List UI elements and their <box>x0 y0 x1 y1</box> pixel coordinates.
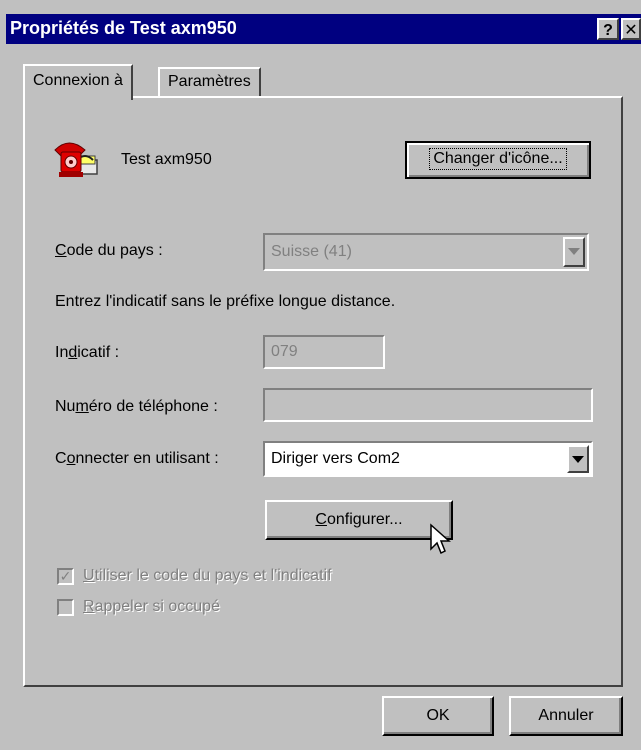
close-button[interactable]: ✕ <box>621 18 641 40</box>
phone-icon <box>51 134 101 180</box>
connection-name: Test axm950 <box>121 151 212 168</box>
country-select[interactable]: Suisse (41) <box>263 233 589 271</box>
properties-dialog: Propriétés de Test axm950 ? ✕ Connexion … <box>0 0 641 750</box>
tab-connexion[interactable]: Connexion à <box>23 64 133 100</box>
configure-button[interactable]: Configurer... <box>265 500 453 540</box>
connect-using-label: Connecter en utilisant : <box>55 450 219 467</box>
tab-connexion-label: Connexion à <box>33 72 123 89</box>
use-country-code-checkbox[interactable]: ✓ <box>57 568 74 585</box>
phone-number-input[interactable] <box>263 388 593 422</box>
connect-using-select[interactable]: Diriger vers Com2 <box>263 441 593 477</box>
tab-panel: Test axm950 Changer d'icône... Code du p… <box>23 96 623 687</box>
area-code-value: 079 <box>271 343 298 360</box>
mouse-cursor-icon <box>429 523 455 557</box>
change-icon-button[interactable]: Changer d'icône... <box>405 141 591 179</box>
chevron-down-icon[interactable] <box>567 445 589 473</box>
window-title: Propriétés de Test axm950 <box>10 18 237 38</box>
instruction-text: Entrez l'indicatif sans le préfixe longu… <box>55 293 396 310</box>
connect-using-value: Diriger vers Com2 <box>271 450 400 467</box>
tab-parametres-label: Paramètres <box>168 73 251 90</box>
ok-button[interactable]: OK <box>382 696 494 736</box>
ok-button-label: OK <box>426 707 450 724</box>
cancel-button[interactable]: Annuler <box>509 696 623 736</box>
redial-if-busy-checkbox[interactable] <box>57 599 74 616</box>
help-button[interactable]: ? <box>597 18 619 40</box>
title-bar: Propriétés de Test axm950 ? ✕ <box>6 14 641 44</box>
configure-button-label: Configurer... <box>315 511 403 528</box>
cancel-button-label: Annuler <box>538 707 594 724</box>
area-code-input[interactable]: 079 <box>263 335 385 369</box>
phone-number-label: Numéro de téléphone : <box>55 398 218 415</box>
tab-parametres[interactable]: Paramètres <box>158 67 261 97</box>
redial-if-busy-label: Rappeler si occupé <box>83 598 220 615</box>
change-icon-button-label: Changer d'icône... <box>429 148 567 170</box>
use-country-code-label: Utiliser le code du pays et l'indicatif <box>83 567 332 584</box>
chevron-down-icon[interactable] <box>563 237 585 267</box>
country-label: Code du pays : <box>55 242 163 259</box>
country-select-value: Suisse (41) <box>271 243 352 260</box>
area-code-label: Indicatif : <box>55 344 120 361</box>
